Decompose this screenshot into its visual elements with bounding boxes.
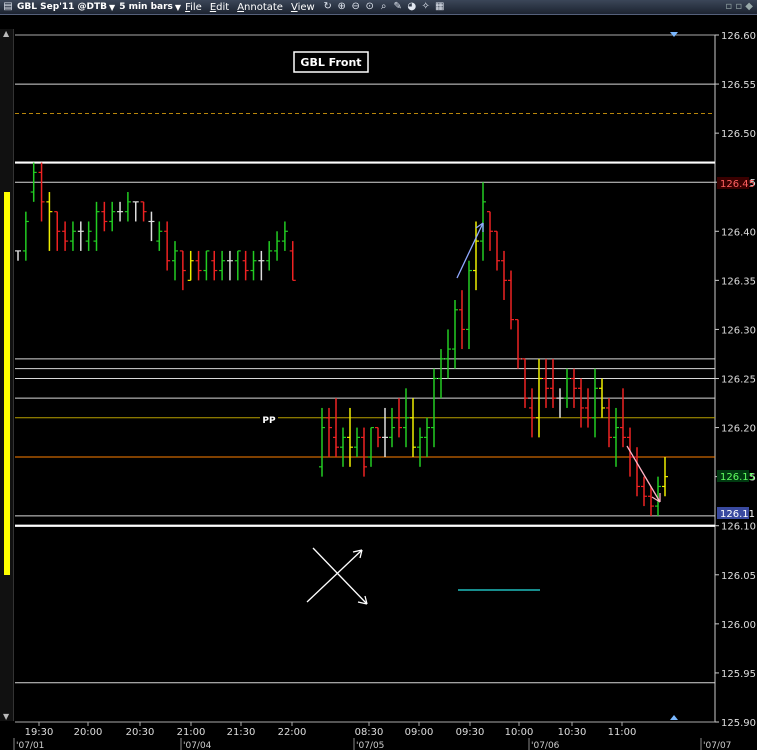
symbol-label[interactable]: GBL Sep'11 @DTB [17, 2, 107, 12]
time-tick-label: 09:30 [456, 727, 485, 738]
session-2-bars [319, 182, 668, 516]
annotations[interactable] [306, 222, 661, 605]
time-axis-markers [670, 32, 678, 720]
time-tick-label: 20:00 [74, 727, 103, 738]
price-tick-label: 125.95 [721, 669, 756, 680]
zoom-in-icon[interactable]: ⊕ [337, 2, 347, 12]
price-tick-label: 126.40 [721, 227, 756, 238]
white-arrow-down[interactable] [312, 547, 368, 605]
price-tick-label: 126.00 [721, 620, 756, 631]
price-tick-label: 125.90 [721, 718, 756, 729]
price-axis: 126.60 126.55 126.50 126.45 126.40 126.35 126.… [715, 31, 756, 729]
zoom-fit-icon[interactable]: ⊙ [365, 2, 375, 12]
search-icon[interactable]: ⌕ [379, 2, 389, 12]
time-tick-label: 21:00 [177, 727, 206, 738]
price-tick-label: 126.35 [721, 276, 756, 287]
date-tick-label: '07/06 [531, 741, 560, 750]
palette-icon[interactable]: ◕ [407, 2, 417, 12]
pencil-icon[interactable]: ✎ [393, 2, 403, 12]
price-tick-label: 126.30 [721, 325, 756, 336]
pivot-label-box: PP [260, 414, 278, 426]
time-tick-label: 19:30 [25, 727, 54, 738]
time-tick-label: 10:30 [558, 727, 587, 738]
price-tick-label: 126.60 [721, 31, 756, 42]
date-tick-label: '07/04 [183, 741, 212, 750]
window-controls[interactable]: ▫ ▫ ◆ [725, 1, 753, 12]
zoom-out-icon[interactable]: ⊖ [351, 2, 361, 12]
wrench-icon[interactable]: ✧ [421, 2, 431, 12]
date-tick-label: '07/05 [356, 741, 384, 750]
refresh-icon[interactable]: ↻ [323, 2, 333, 12]
menu-annotate[interactable]: Annotate [237, 2, 283, 13]
menu-edit[interactable]: Edit [210, 2, 229, 13]
white-arrow-up[interactable] [306, 549, 363, 603]
time-tick-label: 09:00 [405, 727, 434, 738]
chart-settings-icon[interactable]: ▦ [435, 2, 445, 12]
chart-toolbar: ▤ GBL Sep'11 @DTB ▼ 5 min bars ▼ File Ed… [0, 0, 757, 15]
price-tick-label: 126.50 [721, 129, 756, 140]
price-tick-label: 126.10 [721, 522, 756, 533]
last-price-label: 126.15 [720, 472, 755, 483]
time-tick-label: 11:00 [608, 727, 637, 738]
marker-blue-label: 126.11 [720, 509, 755, 520]
pivot-label: PP [262, 416, 276, 426]
interval-label[interactable]: 5 min bars [119, 2, 173, 12]
price-tick-label: 126.25 [721, 375, 756, 386]
date-tick-label: '07/01 [16, 741, 44, 750]
contract-selector-icon[interactable]: ▤ [3, 2, 13, 12]
date-tick-label: '07/07 [703, 741, 731, 750]
time-tick-label: 22:00 [278, 727, 307, 738]
menu-view[interactable]: View [291, 2, 315, 13]
chart-title-box: GBL Front [293, 51, 369, 73]
time-axis: 19:30 20:00 20:30 21:00 21:30 22:00 08:30 09:00… [13, 722, 731, 750]
horizontal-levels [15, 83, 715, 684]
chart-title: GBL Front [300, 56, 361, 69]
time-tick-label: 08:30 [355, 727, 384, 738]
marker-red-label: 126.45 [720, 179, 755, 190]
bottom-cursor-icon[interactable] [670, 715, 678, 720]
price-tick-label: 126.55 [721, 80, 756, 91]
price-tick-label: 126.20 [721, 424, 756, 435]
time-tick-label: 10:00 [505, 727, 534, 738]
interval-dropdown-icon[interactable]: ▼ [175, 3, 181, 12]
symbol-dropdown-icon[interactable]: ▼ [109, 3, 115, 12]
menu-file[interactable]: File [185, 2, 202, 13]
blue-arrow-line[interactable] [456, 222, 484, 279]
price-chart[interactable]: GBL Front PP 126.60126.55126.50126.45126… [0, 15, 757, 750]
time-tick-label: 20:30 [126, 727, 155, 738]
time-tick-label: 21:30 [227, 727, 256, 738]
price-tick-label: 126.05 [721, 571, 756, 582]
